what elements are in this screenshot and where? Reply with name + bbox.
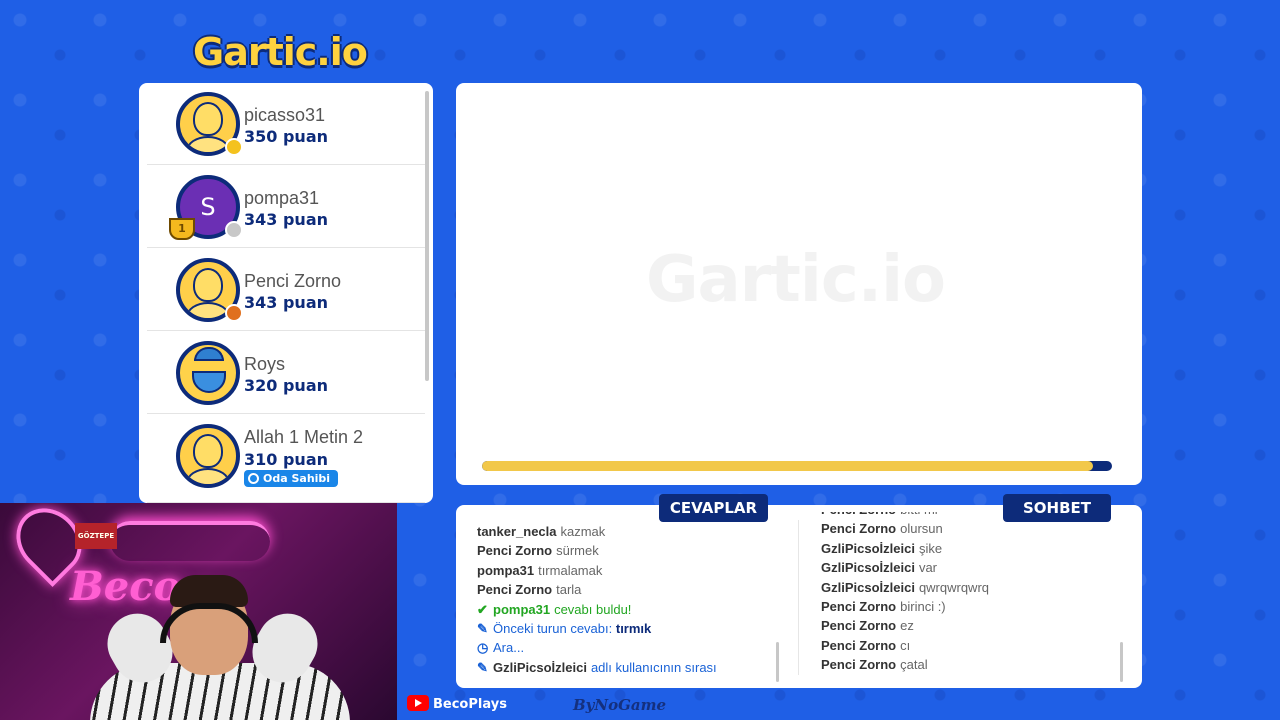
chat-message: Penci Zorno çatal [821, 655, 1111, 674]
message-user: Penci Zorno [821, 637, 897, 653]
player-row[interactable]: picasso31 350 puan [147, 83, 425, 165]
player-row[interactable]: Penci Zorno 343 puan [147, 249, 425, 331]
chat-scrollbar[interactable] [1120, 642, 1123, 682]
message-text: birinci :) [900, 598, 946, 614]
message-text: adlı kullanıcının sırası [590, 659, 717, 675]
player-row[interactable]: S 1 pompa31 343 puan [147, 166, 425, 248]
channel-badge: BecoPlays [403, 694, 513, 716]
smiley-avatar [176, 424, 240, 488]
chat-message: GzliPicsoİzleici qwrqwrqwrq [821, 578, 1111, 597]
message-text: qwrqwrqwrq [918, 579, 990, 595]
drawing-canvas[interactable]: Gartic.io [456, 83, 1142, 485]
message-user: GzliPicsoİzleici [821, 540, 915, 556]
answer-item: tanker_necla kazmak [477, 522, 777, 541]
message-user: Penci Zorno [477, 582, 553, 598]
clock-icon: ◷ [477, 640, 489, 656]
player-row[interactable]: Roys 320 puan [147, 332, 425, 414]
youtube-icon [407, 695, 429, 711]
system-message: ◷ Ara... [477, 638, 777, 657]
neon-decoration [110, 521, 270, 561]
trophy-icon: 1 [169, 218, 195, 240]
owner-icon [248, 473, 259, 484]
message-user: Penci Zorno [821, 521, 897, 537]
player-row[interactable]: Allah 1 Metin 2 310 puan Oda Sahibi [147, 415, 425, 503]
message-text: Önceki turun cevabı: [493, 620, 613, 636]
chat-message: Penci Zorno cı [821, 636, 1111, 655]
status-dot [225, 138, 243, 156]
players-panel: picasso31 350 puan S 1 pompa31 343 puan … [139, 83, 433, 503]
message-user: Penci Zorno [821, 512, 896, 517]
chat-message: Penci Zorno ez [821, 616, 1111, 635]
player-points: 343 puan [244, 293, 328, 312]
answers-scrollbar[interactable] [776, 642, 779, 682]
round-timer-fill [482, 461, 1094, 471]
player-points: 343 puan [244, 210, 328, 229]
message-text: çatal [900, 657, 928, 673]
sponsor-watermark: ByNoGame [573, 696, 667, 714]
room-owner-badge: Oda Sahibi [244, 470, 339, 487]
players-scrollbar[interactable] [425, 91, 429, 381]
status-dot [225, 304, 243, 322]
chat-message: Penci Zorno olursun [821, 519, 1111, 538]
message-user: pompa31 [493, 601, 551, 617]
system-message: ✔ pompa31 cevabı buldu! [477, 600, 777, 619]
neon-text: Beco [70, 563, 181, 610]
answer-item: Penci Zorno sürmek [477, 541, 777, 560]
message-user: Penci Zorno [477, 543, 553, 559]
player-points: 320 puan [244, 376, 328, 395]
message-user: GzliPicsoİzleici [821, 579, 915, 595]
answer-item: Penci Zorno tarla [477, 580, 777, 599]
message-text: bitti mi [900, 512, 938, 517]
message-user: Penci Zorno [821, 598, 897, 614]
system-message: ✎ GzliPicsoİzleici adlı kullanıcının sıras… [477, 658, 777, 677]
tab-answers[interactable]: CEVAPLAR [659, 494, 768, 522]
pencil-icon: ✎ [477, 620, 488, 636]
player-points: 310 puan [244, 450, 328, 469]
message-text: kazmak [560, 524, 606, 539]
answers-list: tanker_necla kazmak Penci Zorno sürmek pompa… [477, 522, 777, 677]
chat-list: Penci Zornobitti miPenci ZornoolursunGzl… [821, 512, 1111, 687]
message-user: tanker_necla [477, 524, 557, 539]
wall-sign: GÖZTEPE [75, 523, 117, 549]
chat-message: GzliPicsoİzleici var [821, 558, 1111, 577]
message-user: GzliPicsoİzleici [493, 659, 587, 675]
message-text: tırmalamak [538, 562, 603, 578]
check-icon: ✔ [477, 601, 488, 617]
canvas-watermark: Gartic.io [646, 243, 946, 317]
message-text: şike [918, 540, 943, 556]
chat-divider [798, 520, 799, 675]
player-name: Penci Zorno [244, 271, 342, 291]
message-text: ez [900, 618, 914, 634]
chat-message: Penci Zorno bitti mi [821, 512, 1111, 519]
player-points: 350 puan [244, 127, 328, 146]
chat-message: GzliPicsoİzleici şike [821, 539, 1111, 558]
previous-answer: tırmık [615, 620, 652, 636]
bearded-avatar [176, 341, 240, 405]
message-user: Penci Zorno [821, 618, 897, 634]
message-text: cevabı buldu! [554, 601, 632, 617]
message-text: olursun [900, 521, 943, 537]
chat-message: Penci Zorno birinci :) [821, 597, 1111, 616]
message-text: cı [900, 637, 911, 653]
message-text: sürmek [556, 543, 599, 559]
message-user: Penci Zorno [821, 657, 897, 673]
player-name: pompa31 [244, 188, 320, 208]
status-dot [225, 221, 243, 239]
player-name: picasso31 [244, 105, 326, 125]
message-user: pompa31 [477, 562, 535, 578]
player-name: Roys [244, 354, 286, 374]
answer-item: pompa31 tırmalamak [477, 561, 777, 580]
round-timer-bar [482, 461, 1112, 471]
message-text: tarla [556, 582, 582, 598]
system-message: ✎ Önceki turun cevabı: tırmık [477, 619, 777, 638]
pencil-icon: ✎ [477, 659, 488, 675]
player-name: Allah 1 Metin 2 [244, 427, 364, 447]
message-user: GzliPicsoİzleici [821, 560, 915, 576]
app-logo: Gartic.io [193, 30, 368, 74]
message-text: var [918, 560, 937, 576]
message-text: Ara... [493, 640, 525, 656]
webcam-overlay: GÖZTEPE Beco [0, 503, 397, 720]
